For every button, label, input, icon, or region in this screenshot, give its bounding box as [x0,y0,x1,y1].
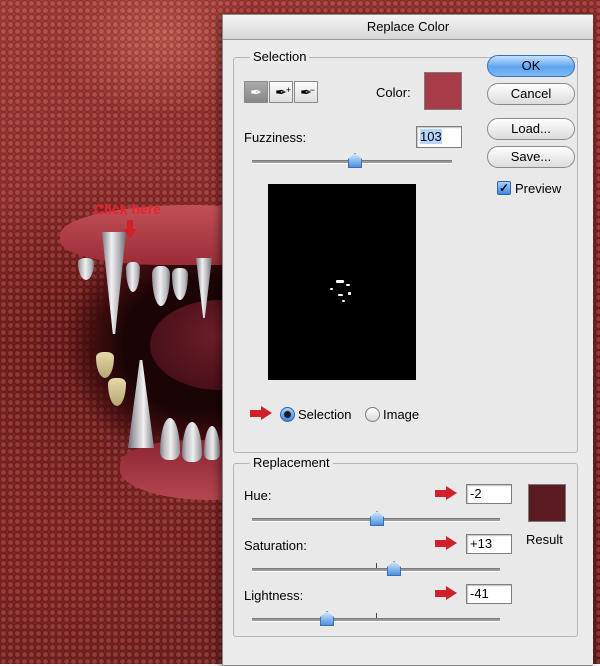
replacement-group-title: Replacement [250,455,333,470]
color-label: Color: [376,85,411,100]
view-selection-radio[interactable] [280,407,295,422]
lightness-slider-track[interactable] [252,618,500,622]
hue-slider-thumb[interactable] [370,511,384,526]
lightness-center-tick [376,613,377,618]
dialog-title[interactable]: Replace Color [223,15,593,40]
saturation-center-tick [376,563,377,568]
fuzziness-value: 103 [420,129,442,144]
fuzziness-label: Fuzziness: [244,130,307,145]
replacement-group: Replacement Hue: -2 Saturation: +13 Ligh… [233,455,578,637]
eyedropper-plus-icon[interactable]: ✒ + [269,81,293,103]
replace-color-dialog: Replace Color Selection ✒ ✒ + ✒ − Color: F… [222,14,593,666]
cancel-button[interactable]: Cancel [487,83,575,105]
hue-input[interactable]: -2 [466,484,512,504]
lightness-input[interactable]: -41 [466,584,512,604]
selection-group-title: Selection [250,49,310,64]
preview-checkbox[interactable]: ✓ [497,181,511,195]
ok-button[interactable]: OK [487,55,575,77]
load-button[interactable]: Load... [487,118,575,140]
saturation-label: Saturation: [244,538,307,553]
result-color-swatch[interactable] [528,484,566,522]
lightness-slider-thumb[interactable] [320,611,334,626]
selection-group: Selection ✒ ✒ + ✒ − Color: Fuzziness: 103 … [233,49,578,453]
eyedropper-icon[interactable]: ✒ [244,81,268,103]
saturation-input[interactable]: +13 [466,534,512,554]
saturation-slider-thumb[interactable] [387,561,401,576]
view-image-radio[interactable] [365,407,380,422]
selection-color-swatch[interactable] [424,72,462,110]
fuzziness-slider-thumb[interactable] [348,153,362,168]
save-button[interactable]: Save... [487,146,575,168]
view-selection-label[interactable]: Selection [298,407,351,422]
hue-label: Hue: [244,488,272,503]
result-label: Result [526,532,563,547]
preview-label[interactable]: Preview [515,181,561,196]
fuzziness-input[interactable]: 103 [416,126,462,148]
click-here-annotation: Click here [94,201,161,217]
eyedropper-minus-icon[interactable]: ✒ − [294,81,318,103]
selection-preview [268,184,416,380]
lightness-label: Lightness: [244,588,304,603]
view-image-label[interactable]: Image [383,407,419,422]
saturation-slider-track[interactable] [252,568,500,572]
